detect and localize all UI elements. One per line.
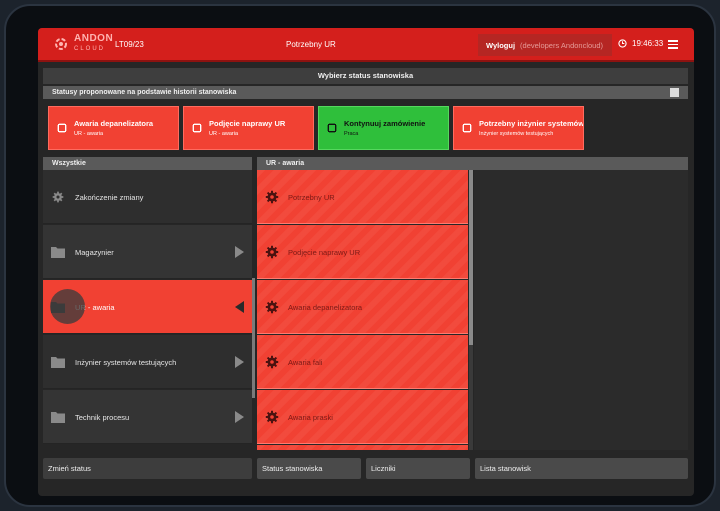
chevron-right-icon [235,246,244,258]
suggested-card[interactable]: Awaria depanelizatora UR - awaria [48,106,179,150]
status-label: Podjęcie naprawy UR [288,248,361,257]
left-column-heading: Wszystkie [43,157,252,170]
status-label: Potrzebny UR [288,193,335,202]
station-id: LT09/23 [115,40,144,49]
status-label: Awaria fali [288,358,323,367]
card-subtitle: Inżynier systemów testujących [479,131,554,137]
folder-icon [51,357,65,368]
user-name: (developers Andoncloud) [520,40,604,50]
card-title: Kontynuuj zamówienie [344,119,426,128]
category-label: Technik procesu [75,413,130,422]
stations-list-button[interactable]: Lista stanowisk [475,458,688,479]
logo-text-line1: ANDON [74,33,114,44]
status-list: Potrzebny UR Podjęcie naprawy UR Awaria … [257,170,468,450]
touch-indicator [50,289,85,324]
current-status-title: Potrzebny UR [286,40,336,49]
folder-icon [51,247,65,258]
category-item-active[interactable]: UR - awaria [43,280,252,334]
gear-icon [265,355,279,369]
category-item[interactable]: Magazynier [43,225,252,279]
station-status-button[interactable]: Status stanowiska [257,458,361,479]
top-bar: ANDON CLOUD LT09/23 Potrzebny UR Wyloguj… [38,28,694,62]
logo-icon [55,38,67,50]
status-item[interactable]: Potrzebny UR [257,170,468,224]
chip-icon [462,123,472,133]
category-item[interactable]: Inżynier systemów testujących [43,335,252,389]
card-subtitle: UR - awaria [74,131,104,137]
status-item[interactable]: Awaria depanelizatora [257,280,468,334]
status-item[interactable]: Awaria fali [257,335,468,389]
clock-time: 19:46:33 [632,39,664,48]
chip-icon [57,123,67,133]
suggested-card[interactable]: Potrzebny inżynier systemów testujących … [453,106,584,150]
card-subtitle: Praca [344,131,359,137]
status-item[interactable]: Awaria praski [257,390,468,444]
left-scrollbar[interactable] [252,278,255,398]
counters-button[interactable]: Liczniki [366,458,470,479]
category-item[interactable]: Technik procesu [43,390,252,444]
details-pane [474,170,688,450]
suggested-heading: Statusy proponowane na podstawie histori… [43,86,688,99]
card-title: Potrzebny inżynier systemów testujących [479,119,583,128]
gear-icon [52,191,64,203]
gear-icon [265,190,279,204]
category-label: Zakończenie zmiany [75,193,144,202]
card-subtitle: UR - awaria [209,131,239,137]
andon-logo: ANDON CLOUD [54,34,113,54]
tablet-frame: ANDON CLOUD LT09/23 Potrzebny UR Wyloguj… [4,4,716,507]
change-status-button[interactable]: Zmień status [43,458,252,479]
clock: 19:46:33 [618,39,663,48]
suggested-card[interactable]: Podjęcie naprawy UR UR - awaria [183,106,314,150]
card-title: Awaria depanelizatora [74,119,154,128]
folder-icon [51,412,65,423]
chip-icon [327,123,337,133]
gear-icon [265,300,279,314]
suggested-heading-text: Statusy proponowane na podstawie histori… [52,89,237,96]
clock-icon [618,39,627,48]
category-label: Inżynier systemów testujących [75,358,177,367]
status-item[interactable] [257,445,468,450]
category-item[interactable]: Zakończenie zmiany [43,170,252,224]
category-list: Zakończenie zmiany Magazynier UR - awari… [43,170,252,450]
chevron-right-icon [235,411,244,423]
middle-column-heading: UR - awaria [257,157,688,170]
suggested-card[interactable]: Kontynuuj zamówienie Praca [318,106,449,150]
app-screen: ANDON CLOUD LT09/23 Potrzebny UR Wyloguj… [38,28,694,496]
gear-icon [265,245,279,259]
hamburger-menu-icon[interactable] [668,40,678,49]
logo-text-line2: CLOUD [74,46,106,52]
status-label: Awaria praski [288,413,333,422]
logout-button[interactable]: Wyloguj (developers Andoncloud) [478,34,612,56]
category-label: Magazynier [75,248,114,257]
card-title: Podjęcie naprawy UR [209,119,286,128]
choose-status-title: Wybierz status stanowiska [43,68,688,84]
chip-icon [192,123,202,133]
expand-icon[interactable] [670,88,679,97]
status-label: Awaria depanelizatora [288,303,363,312]
chevron-right-icon [235,356,244,368]
status-item[interactable]: Podjęcie naprawy UR [257,225,468,279]
status-list-scrollbar[interactable] [469,170,473,450]
logout-label: Wyloguj [486,40,516,50]
chevron-left-icon [235,301,244,313]
gear-icon [265,410,279,424]
